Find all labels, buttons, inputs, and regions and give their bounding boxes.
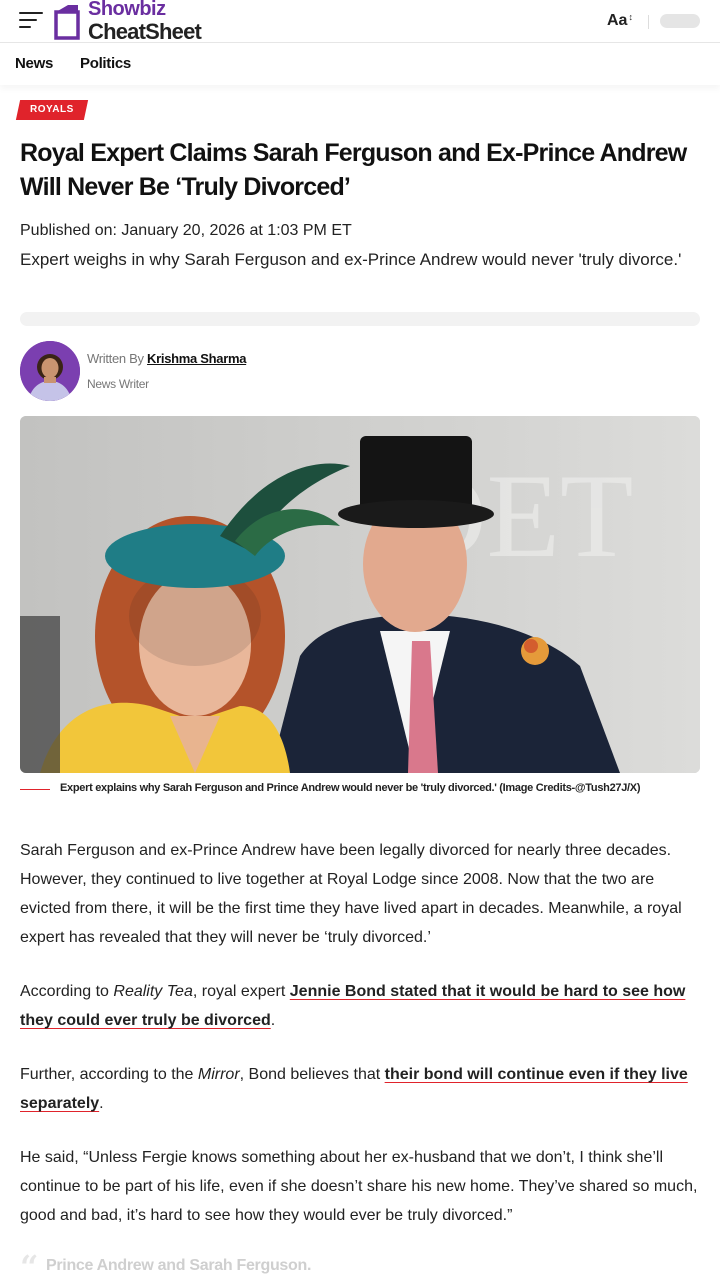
nav-item-politics[interactable]: Politics — [80, 55, 131, 72]
p3-text-a: Further, according to the — [20, 1066, 198, 1083]
dark-mode-toggle[interactable] — [660, 14, 700, 28]
p2-text-c: . — [270, 1012, 276, 1029]
main-nav: News Politics — [0, 43, 720, 85]
article-title: Royal Expert Claims Sarah Ferguson and E… — [20, 139, 687, 201]
hero-photo: DET — [20, 416, 700, 773]
logo-text-cheatsheet: CheatSheet — [88, 19, 202, 44]
site-logo[interactable]: Showbiz CheatSheet — [54, 0, 224, 44]
p2-text-a: According to — [20, 983, 114, 1000]
p3-text-c: . — [99, 1095, 104, 1112]
article-paragraph-2: According to Reality Tea, royal expert J… — [20, 977, 700, 1035]
p3-text-b: , Bond believes that — [239, 1066, 385, 1083]
category-badge[interactable]: ROYALS — [15, 100, 88, 120]
article-paragraph-4: He said, “Unless Fergie knows something … — [20, 1149, 698, 1224]
share-bar[interactable] — [20, 312, 700, 326]
hero-image: DET — [20, 416, 700, 773]
pullquote-text: Prince Andrew and Sarah Ferguson. — [46, 1257, 312, 1274]
caption-accent-line — [20, 789, 50, 790]
font-size-label: Aa — [607, 12, 628, 29]
pullquote-mark-icon: “ — [20, 1248, 39, 1280]
article-subtitle: Expert weighs in why Sarah Ferguson and … — [20, 250, 682, 269]
nav-item-news[interactable]: News — [15, 55, 53, 72]
site-header: Showbiz CheatSheet Aa↕ — [0, 0, 720, 44]
font-size-arrows-icon: ↕ — [628, 12, 633, 22]
header-divider — [648, 15, 649, 29]
author-avatar[interactable] — [20, 341, 80, 401]
article-paragraph-3: Further, according to the Mirror, Bond b… — [20, 1060, 700, 1118]
published-date: Published on: January 20, 2026 at 1:03 P… — [20, 222, 352, 239]
image-caption: Expert explains why Sarah Ferguson and P… — [60, 782, 641, 794]
logo-text-showbiz: Showbiz — [88, 0, 166, 20]
avatar-image — [20, 341, 80, 401]
category-label: ROYALS — [30, 104, 74, 115]
p2-source: Reality Tea — [113, 983, 193, 1000]
author-name-link[interactable]: Krishma Sharma — [147, 351, 246, 366]
p2-text-b: , royal expert — [192, 983, 290, 1000]
author-prefix: Written By — [87, 351, 144, 366]
p3-source: Mirror — [197, 1066, 240, 1083]
logo-mark-icon — [54, 5, 80, 40]
author-role: News Writer — [87, 377, 149, 391]
font-size-toggle-button[interactable]: Aa↕ — [607, 12, 633, 30]
author-byline: Written By Krishma Sharma — [87, 351, 246, 366]
article-paragraph-1: Sarah Ferguson and ex-Prince Andrew have… — [20, 842, 682, 946]
hamburger-menu-icon[interactable] — [19, 12, 45, 30]
